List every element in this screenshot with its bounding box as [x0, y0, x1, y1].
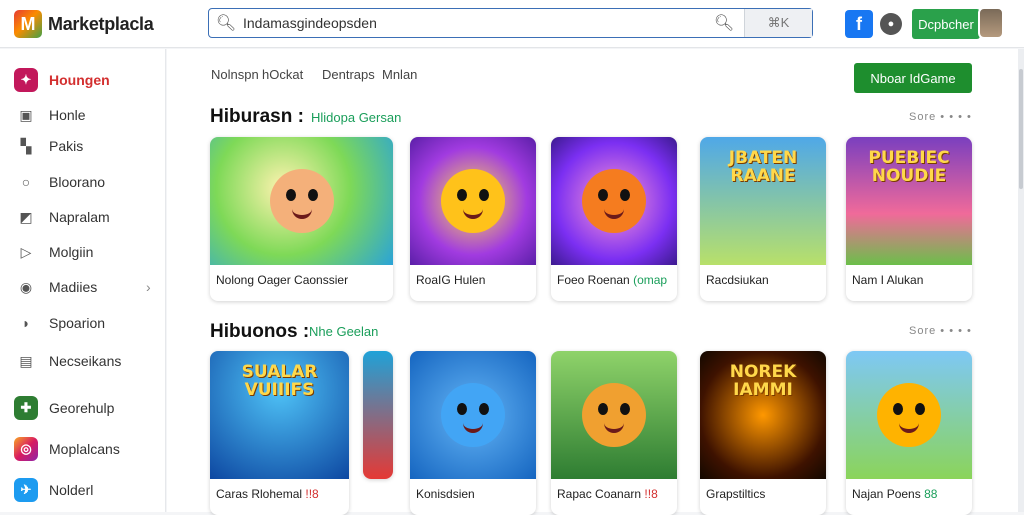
- game-title: Foeo Roenan (omap: [557, 273, 668, 287]
- sidebar-item-necseikans[interactable]: ▤ Necseikans: [0, 344, 166, 378]
- game-art-title: PUEBIEC NOUDIE: [868, 148, 950, 186]
- search-bar: 🔍︎ 🔍︎ ⌘K: [208, 8, 813, 38]
- see-all-link[interactable]: Sore • • • •: [909, 111, 972, 123]
- game-card[interactable]: Najan Poens 88: [846, 351, 972, 515]
- sidebar-item-bloorano[interactable]: ○ Bloorano: [0, 165, 166, 199]
- chevron-right-icon: ›: [146, 279, 151, 295]
- game-title: RoaIG Hulen: [416, 273, 486, 287]
- game-card[interactable]: Foeo Roenan (omap: [551, 137, 677, 301]
- top-bar: M Marketplacla 🔍︎ 🔍︎ ⌘K f ● Dcpbcher: [0, 0, 1024, 48]
- see-all-link[interactable]: Sore • • • •: [909, 325, 972, 337]
- filter-mnlan[interactable]: Mnlan: [382, 67, 417, 82]
- section-title: Hiburasn :: [210, 106, 304, 127]
- game-title: Najan Poens 88: [852, 487, 938, 501]
- game-card[interactable]: PUEBIEC NOUDIE Nam I Alukan: [846, 137, 972, 301]
- game-title: Racdsiukan: [706, 273, 769, 287]
- logo-icon: M: [14, 10, 42, 38]
- sidebar-item-nolderl[interactable]: ✈ Nolderl: [0, 473, 166, 507]
- game-card[interactable]: Konisdsien: [410, 351, 536, 515]
- section-title: Hibuonos :: [210, 321, 310, 342]
- twitter-icon: ✈: [14, 478, 38, 502]
- sidebar-item-madiies[interactable]: ◉ Madiies ›: [0, 270, 166, 304]
- game-title: Rapac Coanarn !!8: [557, 487, 658, 501]
- home-icon: ▣: [19, 106, 33, 123]
- game-thumbnail: NOREK IAMMI: [700, 351, 826, 479]
- filter-nolnspn[interactable]: Nolnspn: [211, 67, 259, 82]
- bag-icon: ▤: [19, 352, 33, 369]
- app-logo[interactable]: M Marketplacla: [14, 10, 154, 38]
- game-card[interactable]: [363, 351, 393, 479]
- sidebar-item-spoarion[interactable]: ◗ Spoarion: [0, 306, 166, 340]
- avatar[interactable]: [978, 7, 1004, 39]
- search-icon: 🔍︎: [215, 15, 237, 32]
- game-card[interactable]: RoaIG Hulen: [410, 137, 536, 301]
- game-thumbnail: [210, 137, 393, 265]
- game-title: Nolong Oager Caonssier: [216, 273, 349, 287]
- search-input[interactable]: [243, 10, 704, 36]
- game-thumbnail: [551, 351, 677, 479]
- search-shortcut-button[interactable]: ⌘K: [744, 9, 812, 37]
- search-submit-icon[interactable]: 🔍︎: [704, 13, 744, 33]
- filter-dentraps[interactable]: Dentraps: [322, 67, 375, 82]
- bookmark-icon: ▚: [20, 137, 32, 154]
- sidebar-item-georehulp[interactable]: ✚ Georehulp: [0, 391, 166, 425]
- game-thumbnail: [410, 351, 536, 479]
- app-title: Marketplacla: [48, 13, 154, 34]
- sidebar-item-napralam[interactable]: ◩ Napralam: [0, 200, 166, 234]
- section-subtitle[interactable]: Hlidopa Gersan: [311, 110, 401, 125]
- game-card[interactable]: Rapac Coanarn !!8: [551, 351, 677, 515]
- game-thumbnail: [551, 137, 677, 265]
- header-primary-button[interactable]: Dcpbcher: [912, 9, 980, 39]
- search-icon: ○: [21, 174, 31, 190]
- sidebar: ✦ Houngen ▣ Honle ▚ Pakis ○ Bloorano ◩ N…: [0, 49, 166, 512]
- play-icon: ▷: [20, 243, 32, 260]
- sidebar-item-moplalcans[interactable]: ◎ Moplalcans: [0, 432, 166, 466]
- main-content: Nolnspn hOckat Dentraps Mnlan Nboar IdGa…: [167, 49, 1018, 515]
- app-icon: ✚: [14, 396, 38, 420]
- section-subtitle[interactable]: Nhe Geelan: [309, 324, 378, 339]
- camera-icon: ◉: [19, 278, 33, 295]
- game-card[interactable]: JBATEN RAANE Racdsiukan: [700, 137, 826, 301]
- facebook-icon[interactable]: f: [845, 10, 873, 38]
- game-art-title: JBATEN RAANE: [728, 148, 798, 186]
- flag-icon: ◩: [19, 208, 33, 225]
- game-title: Grapstiltics: [706, 487, 766, 501]
- game-card[interactable]: SUALAR VUIIIFS Caras Rlohemal !!8: [210, 351, 349, 515]
- scrollbar[interactable]: [1018, 49, 1024, 512]
- scrollbar-thumb[interactable]: [1019, 69, 1023, 189]
- instagram-icon: ◎: [14, 437, 38, 461]
- game-card[interactable]: Nolong Oager Caonssier: [210, 137, 393, 301]
- game-art-title: SUALAR VUIIIFS: [241, 362, 318, 400]
- game-title: Nam I Alukan: [852, 273, 924, 287]
- notification-icon[interactable]: ●: [880, 13, 902, 35]
- game-title: Caras Rlohemal !!8: [216, 487, 319, 501]
- cta-button[interactable]: Nboar IdGame: [854, 63, 972, 93]
- sidebar-item-molgiin[interactable]: ▷ Molgiin: [0, 235, 166, 269]
- filter-hockat[interactable]: hOckat: [262, 67, 303, 82]
- game-art-title: NOREK IAMMI: [729, 362, 797, 400]
- gamepad-icon: ✦: [14, 68, 38, 92]
- shield-icon: ◗: [21, 315, 31, 331]
- game-thumbnail: [410, 137, 536, 265]
- sidebar-item-honle[interactable]: ▣ Honle: [0, 98, 166, 132]
- sidebar-item-pakis[interactable]: ▚ Pakis: [0, 129, 166, 163]
- game-card[interactable]: NOREK IAMMI Grapstiltics: [700, 351, 826, 515]
- sidebar-item-houngen[interactable]: ✦ Houngen: [0, 63, 166, 97]
- game-thumbnail: SUALAR VUIIIFS: [210, 351, 349, 479]
- game-title: Konisdsien: [416, 487, 475, 501]
- game-thumbnail: JBATEN RAANE: [700, 137, 826, 265]
- game-thumbnail: [363, 351, 393, 479]
- game-thumbnail: [846, 351, 972, 479]
- game-thumbnail: PUEBIEC NOUDIE: [846, 137, 972, 265]
